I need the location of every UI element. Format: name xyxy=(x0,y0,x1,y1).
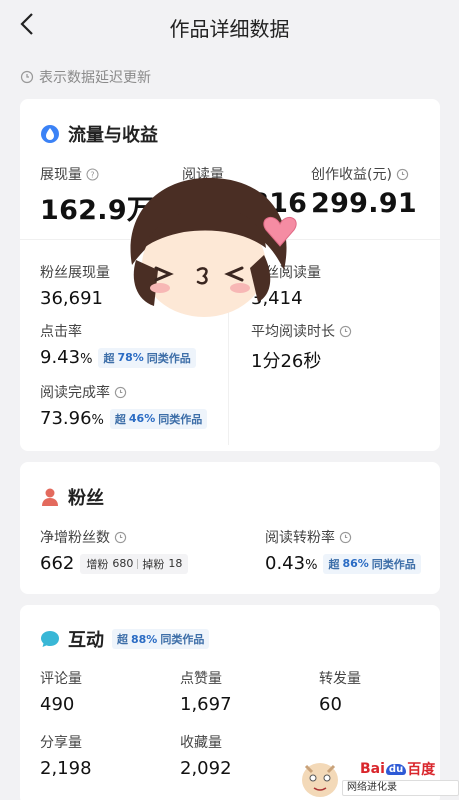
completion-rank-badge: 超 46% 同类作品 xyxy=(109,408,208,429)
completion-metric[interactable]: 阅读完成率 73.96% 超 46% 同类作品 xyxy=(40,382,208,429)
traffic-title: 流量与收益 xyxy=(68,125,158,146)
conversion-unit: % xyxy=(305,558,318,573)
delay-notice: 表示数据延迟更新 xyxy=(20,67,151,87)
ctr-value: 9.43 xyxy=(40,347,81,368)
mascot-icon xyxy=(302,763,338,797)
clock-icon xyxy=(114,531,127,543)
conversion-metric[interactable]: 阅读转粉率 0.43% 超 86% 同类作品 xyxy=(265,527,421,574)
fan-impressions-label: 粉丝展现量 xyxy=(40,265,110,281)
completion-value: 73.96 xyxy=(40,408,92,429)
comments-label: 评论量 xyxy=(40,671,82,687)
cartoon-face-sticker xyxy=(130,177,297,317)
clock-icon xyxy=(339,325,352,337)
baidu-watermark: Bai du 百度 网络进化录 xyxy=(298,752,459,800)
conversion-value: 0.43 xyxy=(265,553,306,574)
fan-impressions-value: 36,691 xyxy=(40,288,103,309)
favorites-value: 2,092 xyxy=(180,758,232,779)
shares-metric[interactable]: 分享量 2,198 xyxy=(40,732,92,779)
earnings-value: 299.91 xyxy=(311,188,417,219)
drop-icon xyxy=(41,125,59,143)
svg-text:?: ? xyxy=(90,170,94,179)
impressions-label: 展现量 xyxy=(40,167,82,183)
avg-read-time-value: 1分26秒 xyxy=(251,351,322,372)
clock-icon xyxy=(339,531,352,543)
forwards-value: 60 xyxy=(319,694,342,715)
completion-unit: % xyxy=(91,413,104,428)
conversion-label: 阅读转粉率 xyxy=(265,530,335,546)
ctr-metric[interactable]: 点击率 9.43% 超 78% 同类作品 xyxy=(40,321,196,368)
fan-impressions-metric[interactable]: 粉丝展现量 36,691 xyxy=(40,262,110,309)
fans-header: 粉丝 xyxy=(40,484,104,510)
fans-card: 粉丝 净增粉丝数 662 增粉 680 掉粉 18 阅读转粉率 0.43% 超 86%… xyxy=(20,462,440,594)
watermark-text: 网络进化录 xyxy=(342,780,459,796)
interaction-rank-badge: 超 88% 同类作品 xyxy=(112,629,210,649)
clock-icon xyxy=(396,168,409,180)
forwards-label: 转发量 xyxy=(319,671,361,687)
ctr-label: 点击率 xyxy=(40,324,82,340)
favorites-label: 收藏量 xyxy=(180,735,222,751)
clock-icon xyxy=(20,70,34,84)
traffic-header: 流量与收益 xyxy=(40,121,158,147)
chat-bubble-icon xyxy=(41,631,59,647)
comments-value: 490 xyxy=(40,694,75,715)
avg-read-time-label: 平均阅读时长 xyxy=(251,324,335,340)
net-gain-metric[interactable]: 净增粉丝数 662 增粉 680 掉粉 18 xyxy=(40,527,189,574)
shares-value: 2,198 xyxy=(40,758,92,779)
user-icon xyxy=(42,488,58,506)
fans-title: 粉丝 xyxy=(68,488,104,509)
question-icon[interactable]: ? xyxy=(86,168,99,181)
earnings-label: 创作收益(元) xyxy=(311,167,392,183)
ctr-rank-badge: 超 78% 同类作品 xyxy=(98,347,196,368)
net-gain-value: 662 xyxy=(40,553,75,574)
interaction-title: 互动 xyxy=(68,630,104,651)
gain-loss-breakdown: 增粉 680 掉粉 18 xyxy=(80,553,189,574)
shares-label: 分享量 xyxy=(40,735,82,751)
top-bar: 作品详细数据 xyxy=(0,0,459,50)
notice-text: 表示数据延迟更新 xyxy=(39,70,151,86)
likes-label: 点赞量 xyxy=(180,671,222,687)
net-gain-label: 净增粉丝数 xyxy=(40,530,110,546)
earnings-metric[interactable]: 创作收益(元) 299.91 xyxy=(311,164,417,219)
forwards-metric[interactable]: 转发量 60 xyxy=(319,668,361,715)
comments-metric[interactable]: 评论量 490 xyxy=(40,668,82,715)
clock-icon xyxy=(114,386,127,398)
conversion-rank-badge: 超 86% 同类作品 xyxy=(323,553,421,574)
baidu-logo: Bai du 百度 xyxy=(360,761,436,778)
likes-value: 1,697 xyxy=(180,694,232,715)
likes-metric[interactable]: 点赞量 1,697 xyxy=(180,668,232,715)
interaction-header: 互动 超 88% 同类作品 xyxy=(40,626,210,652)
favorites-metric[interactable]: 收藏量 2,092 xyxy=(180,732,232,779)
ctr-unit: % xyxy=(80,352,93,367)
avg-read-time-metric[interactable]: 平均阅读时长 1分26秒 xyxy=(251,321,352,373)
page-title: 作品详细数据 xyxy=(169,17,290,41)
completion-label: 阅读完成率 xyxy=(40,385,110,401)
